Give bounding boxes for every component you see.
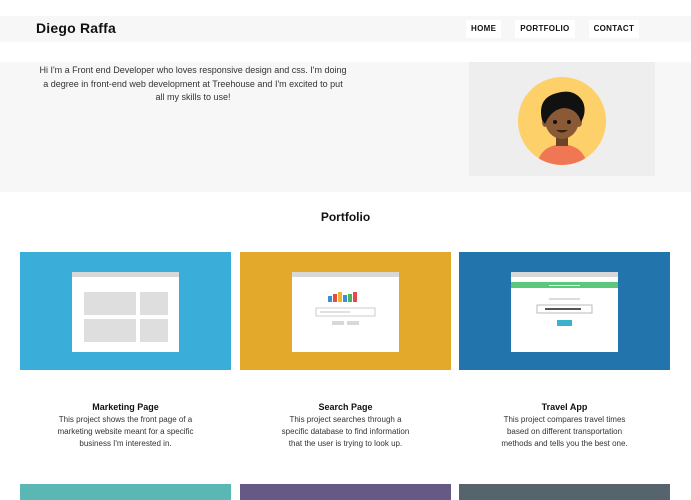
project-title[interactable]: Marketing Page — [20, 402, 231, 412]
nav-contact[interactable]: CONTACT — [588, 20, 640, 38]
project-image-travel[interactable] — [459, 252, 670, 370]
project-description: This project searches through a specific… — [281, 415, 410, 448]
project-description: This project compares travel times based… — [501, 415, 628, 448]
project-image-search[interactable] — [240, 252, 451, 370]
nav-portfolio[interactable]: PORTFOLIO — [515, 20, 575, 38]
project-image-marketing[interactable] — [20, 252, 231, 370]
project-description: This project shows the front page of a m… — [57, 415, 194, 448]
intro-text: Hi I'm a Front end Developer who loves r… — [39, 65, 347, 102]
portfolio-heading: Portfolio — [320, 210, 371, 224]
avatar-frame — [469, 62, 655, 176]
brand-name[interactable]: Diego Raffa — [36, 20, 116, 36]
nav-home[interactable]: HOME — [466, 20, 502, 38]
project-title[interactable]: Search Page — [240, 402, 451, 412]
hero-section: Hi I'm a Front end Developer who loves r… — [0, 62, 691, 192]
project-image-partial[interactable] — [459, 484, 670, 500]
person-avatar-icon — [518, 77, 606, 165]
project-title[interactable]: Travel App — [459, 402, 670, 412]
travel-app-screenshot-icon — [459, 252, 670, 370]
project-image-partial[interactable] — [20, 484, 231, 500]
main-nav: HOME PORTFOLIO CONTACT — [466, 20, 653, 38]
project-image-partial[interactable] — [240, 484, 451, 500]
marketing-page-screenshot-icon — [20, 252, 231, 370]
site-header: Diego Raffa HOME PORTFOLIO CONTACT — [0, 16, 691, 42]
search-page-screenshot-icon — [240, 252, 451, 370]
